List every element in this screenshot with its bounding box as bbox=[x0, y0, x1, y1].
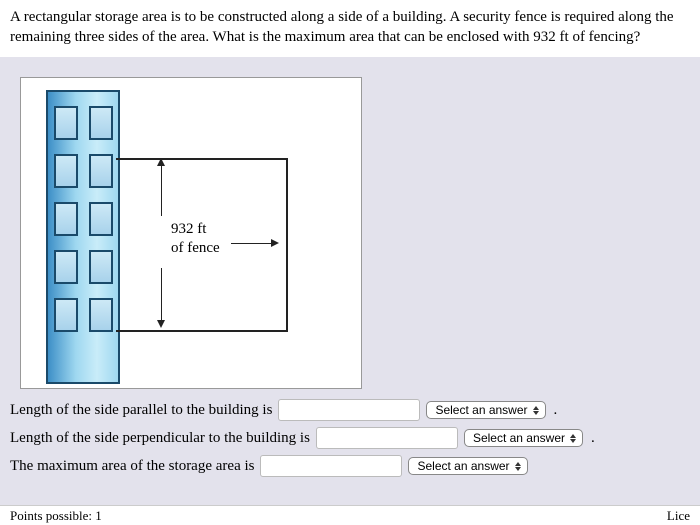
answers-block: Length of the side parallel to the build… bbox=[0, 399, 700, 477]
select-label: Select an answer bbox=[417, 459, 509, 473]
arrow-right-icon bbox=[231, 243, 273, 244]
diagram: 932 ft of fence bbox=[20, 77, 362, 389]
fence-label: 932 ft of fence bbox=[171, 220, 220, 258]
answer-text-1: Length of the side parallel to the build… bbox=[10, 402, 272, 419]
fence-label-line2: of fence bbox=[171, 239, 220, 258]
input-max-area[interactable] bbox=[260, 455, 402, 477]
input-parallel-length[interactable] bbox=[278, 399, 420, 421]
answer-line-3: The maximum area of the storage area is … bbox=[10, 455, 690, 477]
fence-label-line1: 932 ft bbox=[171, 220, 220, 239]
select-label: Select an answer bbox=[435, 403, 527, 417]
arrow-up-icon bbox=[161, 164, 162, 216]
select-perpendicular-unit[interactable]: Select an answer bbox=[464, 429, 583, 447]
input-perpendicular-length[interactable] bbox=[316, 427, 458, 449]
arrow-down-icon bbox=[161, 268, 162, 322]
select-area-unit[interactable]: Select an answer bbox=[408, 457, 527, 475]
select-label: Select an answer bbox=[473, 431, 565, 445]
question-text: A rectangular storage area is to be cons… bbox=[0, 0, 700, 57]
sort-icon bbox=[533, 406, 539, 415]
points-possible: Points possible: 1 bbox=[10, 508, 102, 525]
select-parallel-unit[interactable]: Select an answer bbox=[426, 401, 545, 419]
footer: Points possible: 1 Lice bbox=[0, 505, 700, 525]
building-graphic bbox=[46, 90, 120, 384]
sort-icon bbox=[570, 434, 576, 443]
diagram-area: 932 ft of fence bbox=[0, 57, 700, 399]
answer-line-1: Length of the side parallel to the build… bbox=[10, 399, 690, 421]
period: . bbox=[554, 402, 558, 419]
answer-line-2: Length of the side perpendicular to the … bbox=[10, 427, 690, 449]
answer-text-3: The maximum area of the storage area is bbox=[10, 458, 254, 475]
answer-text-2: Length of the side perpendicular to the … bbox=[10, 430, 310, 447]
license-text: Lice bbox=[667, 508, 690, 525]
period: . bbox=[591, 430, 595, 447]
sort-icon bbox=[515, 462, 521, 471]
